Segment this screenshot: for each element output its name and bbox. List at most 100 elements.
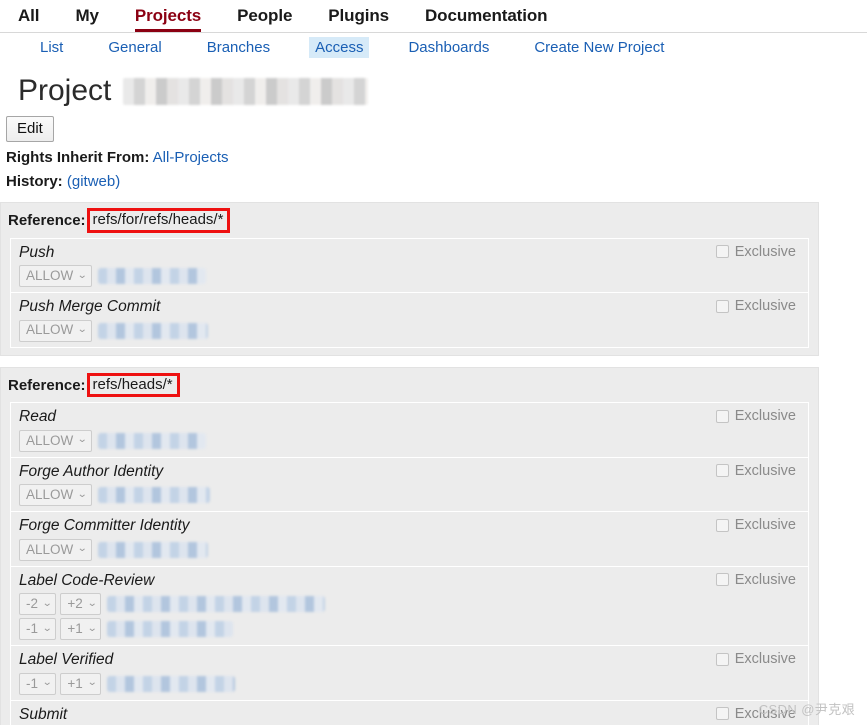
permission-controls: -2 ⌄ +2 ⌄ (19, 593, 808, 616)
permission-row: Forge Committer Identity ALLOW ⌄ Exclusive (10, 512, 809, 567)
project-name-redacted (123, 77, 369, 105)
permission-controls: ALLOW ⌄ (19, 484, 808, 507)
permission-select[interactable]: ALLOW ⌄ (19, 538, 92, 561)
permission-select-value: ALLOW (26, 322, 74, 338)
group-name-redacted (97, 487, 210, 504)
exclusive-label: Exclusive (734, 517, 796, 534)
permission-controls: ALLOW ⌄ (19, 319, 808, 342)
reference-label: Reference: (8, 376, 86, 394)
sub-nav-item-list[interactable]: List (34, 37, 69, 58)
exclusive-checkbox[interactable] (715, 652, 729, 666)
sub-nav-item-access[interactable]: Access (309, 37, 370, 58)
permission-select[interactable]: +2 ⌄ (60, 593, 102, 616)
chevron-down-icon: ⌄ (77, 269, 88, 281)
permission-row: Push ALLOW ⌄ Exclusive (10, 237, 809, 294)
group-name-redacted (107, 675, 236, 692)
rights-inherit-line: Rights Inherit From: All-Projects (0, 149, 867, 166)
permission-rows: Push ALLOW ⌄ Exclusive Push Merge Commit ALLO… (1, 237, 818, 348)
exclusive-checkbox[interactable] (715, 299, 729, 313)
permission-select-value: ALLOW (26, 432, 74, 448)
permission-name: Read (19, 408, 57, 426)
exclusive-checkbox-group[interactable]: Exclusive (715, 571, 796, 588)
exclusive-checkbox[interactable] (715, 409, 729, 423)
exclusive-label: Exclusive (734, 298, 796, 315)
watermark: CSDN @尹克艰 (758, 702, 855, 717)
chevron-down-icon: ⌄ (86, 677, 98, 689)
permission-name: Push Merge Commit (19, 298, 161, 316)
reference-value[interactable]: refs/heads/* (86, 372, 180, 398)
exclusive-checkbox-group[interactable]: Exclusive (715, 463, 796, 479)
reference-value[interactable]: refs/for/refs/heads/* (86, 208, 231, 233)
permission-select[interactable]: -1 ⌄ (19, 672, 57, 695)
group-name-redacted (97, 432, 206, 449)
sub-nav-item-dashboards[interactable]: Dashboards (402, 37, 495, 58)
rights-inherit-link[interactable]: All-Projects (153, 149, 229, 166)
sub-nav-item-general[interactable]: General (102, 37, 167, 58)
permission-select-value: -1 (26, 675, 39, 691)
permission-select[interactable]: ALLOW ⌄ (19, 265, 92, 288)
permission-controls: ALLOW ⌄ (19, 538, 808, 561)
main-nav-item-plugins[interactable]: Plugins (328, 6, 389, 32)
exclusive-checkbox[interactable] (715, 707, 729, 721)
permission-select[interactable]: ALLOW ⌄ (19, 484, 92, 507)
permission-select[interactable]: -2 ⌄ (19, 593, 57, 616)
exclusive-checkbox-group[interactable]: Exclusive (715, 244, 796, 260)
exclusive-checkbox[interactable] (715, 573, 729, 587)
permission-name: Push (19, 243, 55, 261)
permission-select-value: -1 (26, 621, 39, 637)
project-header: Project (0, 62, 867, 108)
chevron-down-icon: ⌄ (86, 597, 98, 609)
exclusive-checkbox-group[interactable]: Exclusive (715, 517, 796, 534)
exclusive-checkbox[interactable] (715, 245, 729, 259)
exclusive-checkbox-group[interactable]: Exclusive (715, 408, 796, 425)
group-name-redacted (107, 621, 234, 638)
chevron-down-icon: ⌄ (41, 622, 53, 634)
main-nav-item-documentation[interactable]: Documentation (425, 6, 548, 32)
sub-nav-item-branches[interactable]: Branches (201, 37, 276, 58)
history-label: History: (6, 173, 63, 190)
permission-select[interactable]: +1 ⌄ (60, 672, 102, 695)
exclusive-label: Exclusive (734, 571, 796, 588)
permission-name: Forge Author Identity (19, 462, 164, 480)
sub-nav-item-create-new-project[interactable]: Create New Project (528, 37, 670, 58)
exclusive-checkbox-group[interactable]: Exclusive (715, 298, 796, 315)
permission-name: Label Verified (19, 651, 114, 669)
permission-row: SubmitALLOW⌄Exclusive (10, 700, 809, 725)
permission-select-value: ALLOW (26, 267, 74, 283)
permission-controls: ALLOW ⌄ (19, 265, 808, 288)
permission-row: Label Code-Review -2 ⌄ +2 ⌄ -1 ⌄ +1 ⌄ Exclusive (10, 566, 809, 647)
permission-select-value: -2 (26, 596, 39, 612)
permission-select[interactable]: ALLOW ⌄ (19, 429, 92, 452)
rights-inherit-label: Rights Inherit From: (6, 149, 150, 166)
edit-button[interactable]: Edit (6, 116, 54, 142)
permission-row: Push Merge Commit ALLOW ⌄ Exclusive (10, 293, 809, 348)
main-nav-item-my[interactable]: My (75, 6, 99, 32)
exclusive-label: Exclusive (734, 651, 796, 668)
exclusive-checkbox-group[interactable]: Exclusive (715, 651, 796, 668)
permission-select[interactable]: -1 ⌄ (19, 618, 57, 641)
permission-rows: Read ALLOW ⌄ Exclusive Forge Author Identity… (1, 402, 818, 725)
permission-select[interactable]: +1 ⌄ (60, 618, 102, 641)
chevron-down-icon: ⌄ (41, 597, 53, 609)
reference-header: Reference: refs/heads/* (1, 368, 818, 403)
permission-controls: ALLOW ⌄ (19, 429, 808, 452)
history-line: History: (gitweb) (0, 173, 867, 190)
main-nav-item-all[interactable]: All (18, 6, 40, 32)
reference-section: Reference: refs/for/refs/heads/* Push ALLOW… (0, 202, 819, 356)
exclusive-checkbox[interactable] (715, 518, 729, 532)
permission-select-value: ALLOW (26, 541, 74, 557)
permission-name: Forge Committer Identity (19, 517, 190, 535)
permission-select[interactable]: ALLOW ⌄ (19, 319, 92, 342)
permission-select-value: ALLOW (26, 487, 74, 503)
main-nav-item-projects[interactable]: Projects (134, 6, 201, 32)
sub-navigation: List General Branches Access Dashboards Creat… (0, 33, 867, 62)
permission-controls: -1 ⌄ +1 ⌄ (19, 672, 808, 695)
history-gitweb-link[interactable]: (gitweb) (67, 173, 120, 190)
exclusive-label: Exclusive (734, 408, 796, 425)
permission-select-value: +1 (67, 675, 83, 691)
main-nav-item-people[interactable]: People (237, 6, 292, 32)
permission-controls: -1 ⌄ +1 ⌄ (19, 618, 808, 641)
group-name-redacted (97, 541, 208, 558)
exclusive-checkbox[interactable] (715, 464, 729, 478)
permission-row: Label Verified -1 ⌄ +1 ⌄ Exclusive (10, 646, 809, 701)
